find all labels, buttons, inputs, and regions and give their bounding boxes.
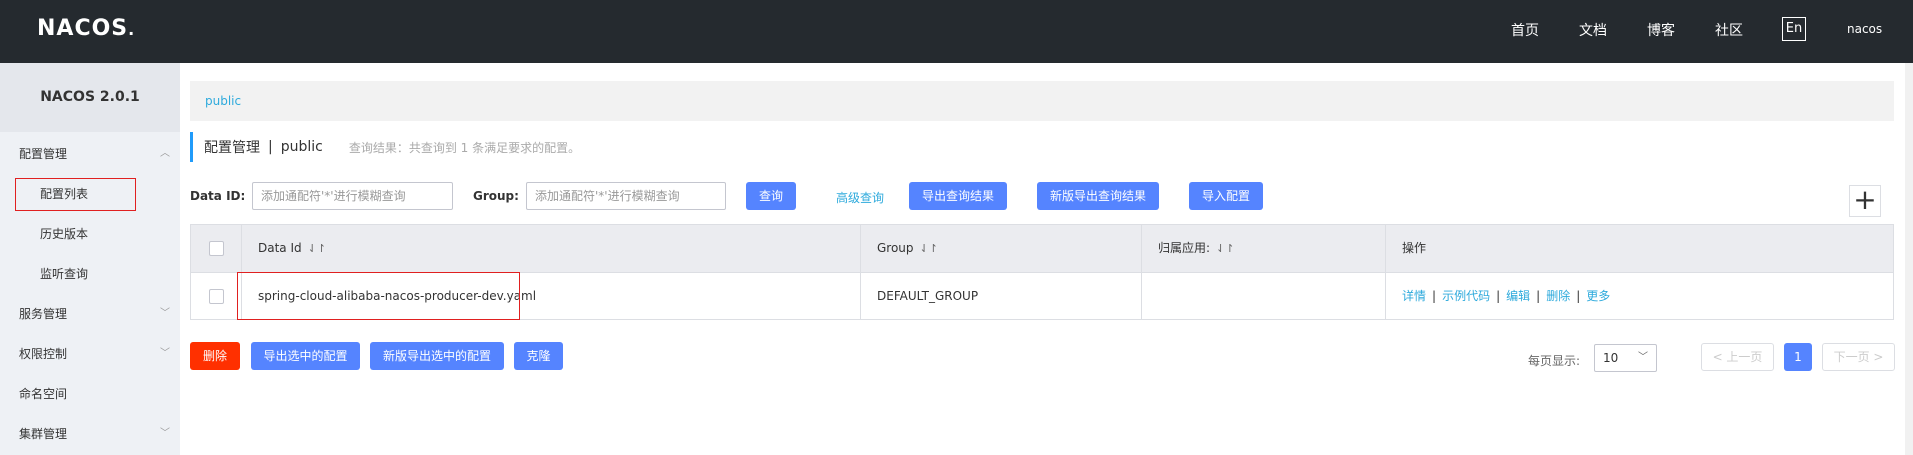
page-title: 配置管理 | public 查询结果：共查询到 1 条满足要求的配置。 — [190, 132, 580, 162]
query-result-text: 查询结果：共查询到 1 条满足要求的配置。 — [348, 140, 581, 155]
plus-icon[interactable]: + — [1849, 185, 1881, 217]
column-label: 归属应用: — [1158, 241, 1211, 255]
sidebar-item-namespace[interactable]: 命名空间 — [0, 374, 180, 414]
divider: | — [1576, 289, 1581, 303]
sort-icon[interactable]: ⇃↾ — [308, 242, 326, 255]
language-switch[interactable]: En — [1782, 17, 1806, 41]
chevron-down-icon: ﹀ — [160, 428, 170, 439]
table-header: Data Id ⇃↾ Group ⇃↾ 归属应用: ⇃↾ 操作 — [191, 225, 1893, 272]
sidebar-item-history[interactable]: 历史版本 — [0, 214, 180, 254]
delete-button[interactable]: 删除 — [190, 342, 240, 370]
sidebar-item-config-management[interactable]: 配置管理 ︿ — [0, 134, 180, 174]
nav-community[interactable]: 社区 — [1715, 20, 1743, 40]
page-namespace: public — [280, 139, 323, 155]
edit-link[interactable]: 编辑 — [1506, 289, 1530, 303]
new-export-results-button[interactable]: 新版导出查询结果 — [1037, 182, 1159, 210]
column-label: Data Id — [258, 241, 302, 255]
column-label: 操作 — [1402, 241, 1427, 255]
advanced-query-link[interactable]: 高级查询 — [836, 189, 884, 206]
next-page-button[interactable]: 下一页 > — [1822, 343, 1895, 371]
selection-highlight-box — [15, 178, 136, 211]
namespace-public-link[interactable]: public — [205, 94, 241, 108]
export-selected-button[interactable]: 导出选中的配置 — [251, 342, 360, 370]
page-size-label: 每页显示: — [1528, 354, 1581, 368]
top-header: NACOS. 首页 文档 博客 社区 En nacos — [0, 0, 1913, 63]
import-config-button[interactable]: 导入配置 — [1189, 182, 1263, 210]
clone-button[interactable]: 克隆 — [514, 342, 563, 370]
page-title-text: 配置管理 — [204, 140, 260, 156]
sidebar-item-label: 集群管理 — [19, 427, 68, 441]
sidebar-version-title: NACOS 2.0.1 — [0, 63, 180, 132]
nacos-logo[interactable]: NACOS. — [37, 16, 135, 41]
detail-link[interactable]: 详情 — [1402, 289, 1426, 303]
chevron-up-icon: ︿ — [160, 148, 170, 159]
sidebar-item-access-control[interactable]: 权限控制 ﹀ — [0, 334, 180, 374]
page-1-button[interactable]: 1 — [1784, 343, 1812, 371]
sidebar: NACOS 2.0.1 配置管理 ︿ 配置列表 历史版本 监听查询 服务管理 ﹀… — [0, 63, 180, 455]
row-checkbox[interactable] — [209, 289, 224, 304]
cell-group: DEFAULT_GROUP — [860, 273, 1141, 320]
column-header-data-id[interactable]: Data Id ⇃↾ — [241, 225, 861, 272]
group-label: Group: — [473, 189, 519, 203]
user-name[interactable]: nacos — [1847, 22, 1882, 36]
header-checkbox-cell — [191, 225, 241, 272]
namespace-bar: public — [190, 81, 1894, 121]
row-checkbox-cell — [191, 273, 241, 320]
scrollbar[interactable] — [1905, 63, 1913, 455]
group-field[interactable] — [526, 182, 726, 210]
divider: | — [1536, 289, 1541, 303]
row-highlight-box — [237, 272, 520, 320]
sidebar-item-label: 服务管理 — [19, 307, 68, 321]
chevron-down-icon: ﹀ — [160, 348, 170, 359]
column-header-group[interactable]: Group ⇃↾ — [860, 225, 1141, 272]
new-export-selected-button[interactable]: 新版导出选中的配置 — [370, 342, 504, 370]
data-id-field[interactable] — [252, 182, 453, 210]
column-header-app[interactable]: 归属应用: ⇃↾ — [1141, 225, 1385, 272]
page-size-value: 10 — [1603, 351, 1619, 365]
divider: | — [1432, 289, 1437, 303]
cell-operations: 详情 | 示例代码 | 编辑 | 删除 | 更多 — [1385, 273, 1893, 320]
query-button[interactable]: 查询 — [746, 182, 796, 210]
cell-app — [1141, 273, 1385, 320]
chevron-down-icon: ﹀ — [1638, 352, 1648, 363]
data-id-input[interactable] — [253, 183, 452, 209]
sidebar-item-service-management[interactable]: 服务管理 ﹀ — [0, 294, 180, 334]
nav-docs[interactable]: 文档 — [1579, 20, 1607, 40]
data-id-label: Data ID: — [190, 189, 246, 203]
sidebar-item-cluster-management[interactable]: 集群管理 ﹀ — [0, 414, 180, 454]
sidebar-item-label: 历史版本 — [40, 227, 89, 241]
column-header-operations: 操作 — [1385, 225, 1893, 272]
sidebar-item-label: 权限控制 — [19, 347, 68, 361]
page-size-select[interactable]: 10 ﹀ — [1594, 344, 1657, 372]
export-results-button[interactable]: 导出查询结果 — [909, 182, 1007, 210]
divider: | — [1496, 289, 1501, 303]
sort-icon[interactable]: ⇃↾ — [920, 242, 938, 255]
sample-code-link[interactable]: 示例代码 — [1442, 289, 1490, 303]
column-label: Group — [877, 241, 914, 255]
select-all-checkbox[interactable] — [209, 241, 224, 256]
title-separator: | — [268, 139, 273, 155]
sidebar-item-listener-query[interactable]: 监听查询 — [0, 254, 180, 294]
nav-home[interactable]: 首页 — [1511, 20, 1539, 40]
prev-page-button[interactable]: < 上一页 — [1701, 343, 1774, 371]
sidebar-item-label: 监听查询 — [40, 267, 89, 281]
sidebar-item-label: 配置管理 — [19, 147, 68, 161]
chevron-down-icon: ﹀ — [160, 308, 170, 319]
group-input[interactable] — [527, 183, 725, 209]
delete-link[interactable]: 删除 — [1546, 289, 1570, 303]
nav-blog[interactable]: 博客 — [1647, 20, 1675, 40]
sort-icon[interactable]: ⇃↾ — [1216, 242, 1234, 255]
more-link[interactable]: 更多 — [1586, 289, 1610, 303]
sidebar-item-label: 命名空间 — [19, 387, 68, 401]
